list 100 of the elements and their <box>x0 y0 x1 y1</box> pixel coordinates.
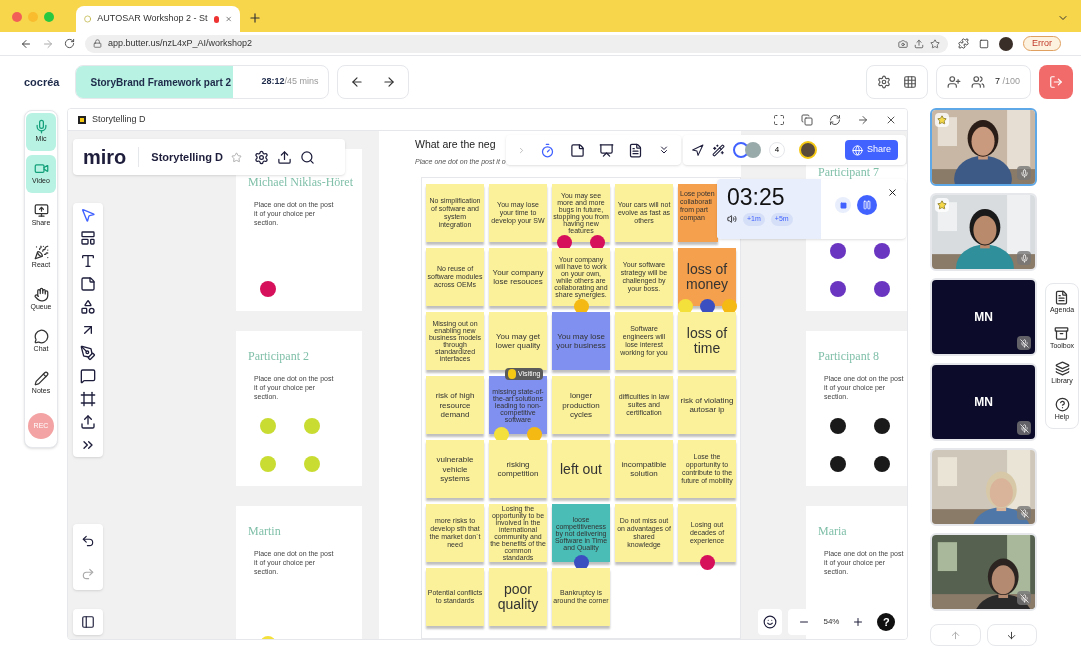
muted-mic-icon <box>1019 423 1029 433</box>
reload-icon[interactable] <box>829 113 841 126</box>
frame-icon[interactable] <box>80 391 96 407</box>
sticky-note[interactable]: risk of high resource demand <box>426 376 484 435</box>
text-icon[interactable] <box>80 253 96 269</box>
mic-icon <box>1019 168 1029 178</box>
sticky-note[interactable]: poor quality <box>489 568 547 627</box>
raised-hand-icon <box>33 287 49 303</box>
exit-icon <box>1049 75 1063 89</box>
panel-button[interactable] <box>73 609 103 635</box>
board-name[interactable]: Storytelling D <box>151 148 223 166</box>
bookmark-icon[interactable] <box>930 38 940 49</box>
upload-icon[interactable] <box>276 149 292 165</box>
reload-icon[interactable] <box>64 38 75 49</box>
globe-icon <box>851 144 863 156</box>
previous-icon[interactable] <box>350 75 365 89</box>
undo-icon[interactable] <box>81 533 95 548</box>
screen-share-icon <box>33 203 49 219</box>
browser-tab[interactable]: AUTOSAR Workshop 2 - St <box>76 6 240 32</box>
forward-icon[interactable] <box>857 113 869 126</box>
sticky-note[interactable]: longer production cycles <box>552 376 610 435</box>
session-title: StoryBrand Framework part 2 <box>90 75 232 90</box>
upload-icon[interactable] <box>80 414 96 430</box>
leave-button[interactable] <box>1039 65 1073 99</box>
sticky-note[interactable]: You may lose your business <box>552 312 610 371</box>
error-badge[interactable]: Error <box>1023 35 1061 52</box>
video-tile[interactable]: MN <box>930 278 1037 356</box>
sticky-note[interactable]: vulnerable vehicle systems <box>426 440 484 499</box>
sticky-note-icon[interactable] <box>569 142 585 158</box>
back-icon[interactable] <box>20 37 32 50</box>
document-icon[interactable] <box>628 142 644 158</box>
sticky-note[interactable]: Your company lose resouces <box>489 248 547 307</box>
sound-icon[interactable] <box>727 214 737 225</box>
star-badge[interactable] <box>935 198 949 212</box>
address-field[interactable]: app.butter.us/nzL4xP_AI/workshop2 <box>85 34 948 53</box>
sticky-note[interactable]: loss of time <box>678 312 736 371</box>
camera-icon[interactable] <box>898 38 908 49</box>
template-icon[interactable] <box>80 230 96 246</box>
board-icon <box>78 115 86 124</box>
help-button[interactable]: ? <box>877 613 896 631</box>
participant-initials: MN <box>974 309 993 326</box>
sticky-note[interactable]: loss of money <box>678 248 736 307</box>
board-question: What are the neg <box>415 137 496 152</box>
layers-icon <box>1054 361 1070 376</box>
zoom-in-icon[interactable] <box>852 616 865 628</box>
stop-button[interactable] <box>835 197 851 213</box>
profile-avatar[interactable] <box>999 36 1013 51</box>
sticky-note[interactable]: risk of violating autosar ip <box>678 376 736 435</box>
pause-icon <box>862 200 872 210</box>
sticky-note[interactable]: left out <box>552 440 610 499</box>
users-icon[interactable] <box>970 75 985 89</box>
miro-logo[interactable]: miro <box>83 147 127 167</box>
mic-badge[interactable] <box>1017 336 1031 350</box>
close-icon[interactable] <box>887 187 898 198</box>
lock-icon <box>93 39 102 48</box>
extensions-icon[interactable] <box>958 38 969 49</box>
sticky-note[interactable]: You may get lower quality <box>489 312 547 371</box>
mic-badge[interactable] <box>1017 421 1031 435</box>
sticky-note-icon[interactable] <box>80 276 96 292</box>
star-icon[interactable] <box>230 151 242 163</box>
new-tab-icon[interactable] <box>248 11 262 25</box>
settings-icon[interactable] <box>876 75 891 89</box>
presentation-icon[interactable] <box>599 142 615 158</box>
collaborator-avatars[interactable] <box>733 142 761 158</box>
star-badge[interactable] <box>935 113 949 127</box>
reaction-button[interactable] <box>758 609 782 635</box>
shapes-icon[interactable] <box>80 299 96 315</box>
sticky-note[interactable]: risking competition <box>489 440 547 499</box>
app-logo[interactable]: cocréa <box>24 73 60 91</box>
sticky-note[interactable]: incompatible solution <box>615 440 673 499</box>
grid-icon[interactable] <box>902 75 917 89</box>
wand-icon[interactable] <box>712 143 725 157</box>
sidebar-icon[interactable] <box>979 38 989 49</box>
timer-icon[interactable] <box>540 142 556 158</box>
user-avatar[interactable] <box>799 141 817 159</box>
frame-title: Storytelling D <box>92 112 146 126</box>
participant-count: 7 /100 <box>994 75 1020 89</box>
share-icon[interactable] <box>914 38 924 49</box>
share-button[interactable]: Share <box>844 140 898 160</box>
expand-icon[interactable] <box>773 113 785 126</box>
participant-initials: MN <box>974 394 993 411</box>
pause-button[interactable] <box>857 195 877 215</box>
next-icon[interactable] <box>382 75 397 89</box>
pen-icon[interactable] <box>80 345 96 361</box>
pencil-icon <box>33 371 49 387</box>
copy-icon[interactable] <box>801 113 813 126</box>
timer-display: 03:25 <box>727 183 786 211</box>
comment-icon[interactable] <box>80 368 96 384</box>
chat-reaction-icon <box>763 615 777 629</box>
toolbox-icon <box>1054 325 1070 341</box>
tab-title: AUTOSAR Workshop 2 - St <box>97 12 208 26</box>
video-tile[interactable]: MN <box>930 363 1037 441</box>
pointer-icon[interactable] <box>80 207 96 223</box>
session-time: 28:12/45 mins <box>261 75 319 89</box>
add-user-icon[interactable] <box>946 75 961 89</box>
settings-icon[interactable] <box>253 149 269 165</box>
search-icon[interactable] <box>299 149 315 165</box>
mic-icon <box>1019 253 1029 263</box>
muted-mic-icon <box>1019 593 1029 603</box>
mic-badge[interactable] <box>1017 591 1031 605</box>
